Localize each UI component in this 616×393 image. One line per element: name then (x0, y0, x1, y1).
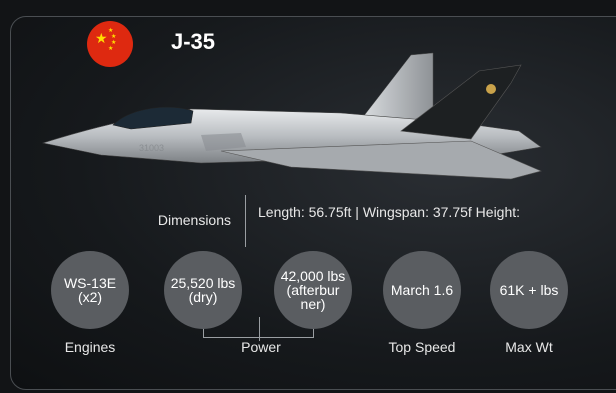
power-bracket-right (313, 329, 314, 337)
max-weight-label: Max Wt (505, 339, 553, 355)
svg-text:31003: 31003 (139, 143, 164, 153)
aircraft-card: ★ ★ ★ ★ ★ J-35 31003 Dimensions Length: … (10, 16, 616, 390)
dimensions-value: Length: 56.75ft | Wingspan: 37.75f Heigh… (258, 204, 521, 220)
top-speed-value: March 1.6 (390, 282, 454, 298)
power-afterburner-value: 42,000 lbs (afterbur ner) (280, 268, 346, 312)
top-speed-circle: March 1.6 (383, 251, 461, 329)
dimensions-label: Dimensions (157, 212, 231, 228)
top-speed-label: Top Speed (388, 339, 456, 355)
engines-label: Engines (64, 339, 116, 355)
power-bracket-left (203, 329, 204, 337)
dimensions-separator (245, 195, 246, 247)
power-afterburner-circle: 42,000 lbs (afterbur ner) (274, 251, 352, 329)
power-dry-circle: 25,520 lbs (dry) (164, 251, 242, 329)
engines-value: WS-13E (x2) (63, 275, 117, 305)
power-label: Power (241, 339, 281, 355)
max-weight-circle: 61K + lbs (490, 251, 568, 329)
engines-circle: WS-13E (x2) (51, 251, 129, 329)
max-weight-value: 61K + lbs (499, 282, 559, 298)
power-bracket-stem (259, 317, 260, 341)
jet-image: 31003 (41, 52, 542, 180)
power-dry-value: 25,520 lbs (dry) (170, 275, 236, 305)
